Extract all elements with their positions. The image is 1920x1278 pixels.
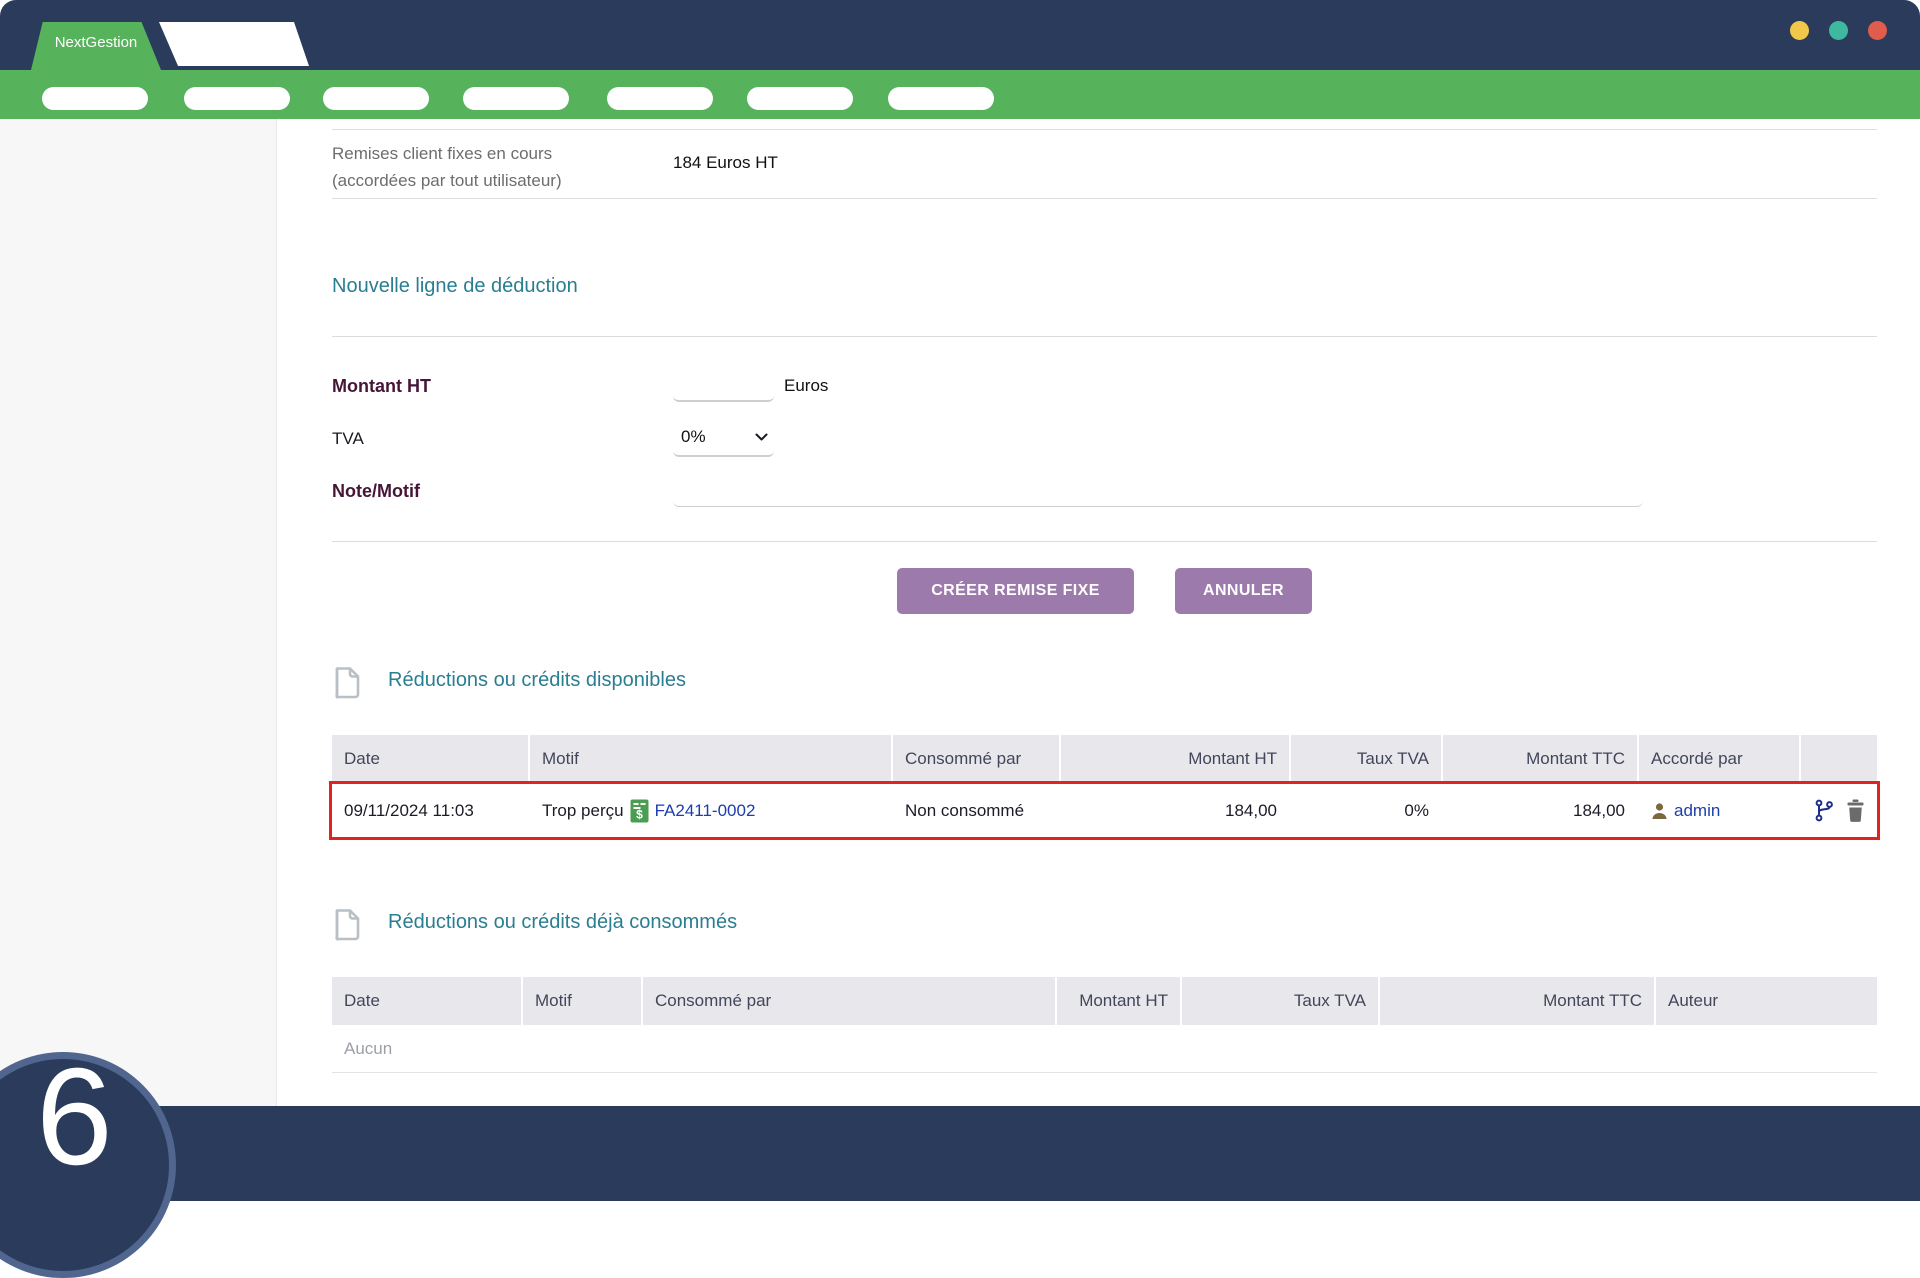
consumed-credits-table: Date Motif Consommé par Montant HT Taux …: [332, 977, 1877, 1073]
nav-pill-7[interactable]: [888, 87, 994, 110]
col-montant-ttc: Montant TTC: [1443, 735, 1637, 783]
cell-date: 09/11/2024 11:03: [332, 783, 528, 838]
note-motif-input[interactable]: [673, 477, 1643, 507]
consumed-credits-title: Réductions ou crédits déjà consommés: [388, 911, 737, 934]
table-header-row: Date Motif Consommé par Montant HT Taux …: [332, 735, 1877, 783]
cell-montant-ht: 184,00: [1061, 783, 1289, 838]
step-number: 6: [36, 1048, 113, 1186]
invoice-link[interactable]: FA2411-0002: [655, 801, 756, 821]
divider: [332, 129, 1877, 130]
col-motif: Motif: [523, 977, 641, 1025]
tva-select-value: 0%: [681, 427, 706, 447]
split-credit-icon[interactable]: [1814, 799, 1834, 822]
nav-pill-2[interactable]: [184, 87, 290, 110]
col-consomme-par: Consommé par: [893, 735, 1059, 783]
col-auteur: Auteur: [1656, 977, 1877, 1025]
divider: [332, 198, 1877, 199]
svg-text:$: $: [636, 807, 643, 821]
window-close-dot[interactable]: [1868, 21, 1887, 40]
page: NextGestion Remises client fixes en cour…: [0, 0, 1920, 1201]
cell-motif: Trop perçu $ FA2411-0002: [530, 783, 891, 838]
current-discounts-value: 184 Euros HT: [673, 153, 778, 173]
nav-pill-1[interactable]: [42, 87, 148, 110]
document-icon: [333, 665, 361, 699]
redacted-tab[interactable]: [159, 22, 309, 66]
col-consomme-par: Consommé par: [643, 977, 1055, 1025]
col-date: Date: [332, 977, 521, 1025]
col-date: Date: [332, 735, 528, 783]
window-title-bar: NextGestion: [0, 0, 1920, 70]
document-icon: [333, 907, 361, 941]
montant-ht-input[interactable]: [673, 372, 774, 402]
col-actions: [1801, 735, 1877, 783]
sidebar: [0, 119, 277, 1106]
cell-actions: [1801, 783, 1877, 838]
divider: [332, 541, 1877, 542]
cancel-button[interactable]: ANNULER: [1175, 568, 1312, 614]
col-motif: Motif: [530, 735, 891, 783]
app-name: NextGestion: [55, 34, 138, 59]
new-deduction-title: Nouvelle ligne de déduction: [332, 275, 578, 298]
cell-accorde-par: admin: [1639, 783, 1799, 838]
nav-pill-4[interactable]: [463, 87, 569, 110]
tva-select[interactable]: 0%: [673, 423, 774, 457]
col-montant-ht: Montant HT: [1061, 735, 1289, 783]
col-montant-ht: Montant HT: [1057, 977, 1180, 1025]
motif-text: Trop perçu: [542, 801, 624, 821]
invoice-icon: $: [630, 799, 649, 823]
window-maximize-dot[interactable]: [1829, 21, 1848, 40]
bottom-bar: [0, 1106, 1920, 1201]
create-fixed-discount-button[interactable]: CRÉER REMISE FIXE: [897, 568, 1134, 614]
col-taux-tva: Taux TVA: [1182, 977, 1378, 1025]
cell-consomme-par: Non consommé: [893, 783, 1059, 838]
montant-ht-label: Montant HT: [332, 376, 431, 397]
current-discounts-label: Remises client fixes en cours (accordées…: [332, 140, 562, 194]
cell-taux-tva: 0%: [1291, 783, 1441, 838]
col-taux-tva: Taux TVA: [1291, 735, 1441, 783]
user-icon: [1651, 802, 1668, 820]
granted-by-link[interactable]: admin: [1674, 801, 1720, 821]
divider: [332, 336, 1877, 337]
available-credits-title: Réductions ou crédits disponibles: [388, 669, 686, 692]
window-minimize-dot[interactable]: [1790, 21, 1809, 40]
col-accorde-par: Accordé par: [1639, 735, 1799, 783]
main-content: Remises client fixes en cours (accordées…: [332, 119, 1877, 1106]
cell-montant-ttc: 184,00: [1443, 783, 1637, 838]
nav-pill-6[interactable]: [747, 87, 853, 110]
delete-icon[interactable]: [1846, 799, 1865, 822]
col-montant-ttc: Montant TTC: [1380, 977, 1654, 1025]
note-motif-label: Note/Motif: [332, 481, 420, 502]
table-row: 09/11/2024 11:03 Trop perçu $ FA2411-000…: [332, 783, 1877, 838]
montant-ht-unit: Euros: [784, 376, 828, 396]
nav-pill-3[interactable]: [323, 87, 429, 110]
table-header-row: Date Motif Consommé par Montant HT Taux …: [332, 977, 1877, 1025]
app-tab[interactable]: NextGestion: [31, 22, 161, 70]
chevron-down-icon: [755, 433, 768, 442]
tva-label: TVA: [332, 429, 364, 449]
main-navbar: [0, 70, 1920, 119]
nav-pill-5[interactable]: [607, 87, 713, 110]
available-credits-table: Date Motif Consommé par Montant HT Taux …: [332, 735, 1877, 838]
empty-table-message: Aucun: [332, 1025, 1877, 1073]
